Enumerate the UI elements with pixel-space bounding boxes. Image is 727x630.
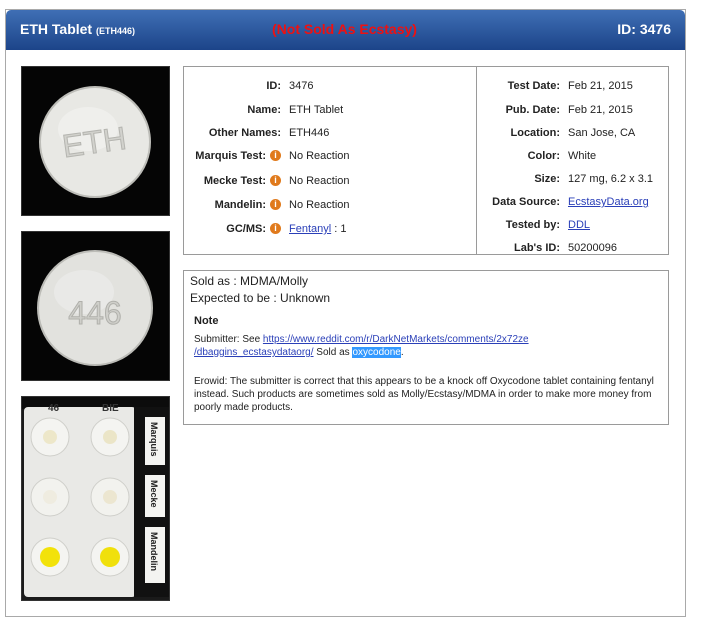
info-value: No Reaction — [289, 199, 350, 211]
info-label: Test Date: — [507, 80, 560, 92]
info-icon[interactable]: i — [270, 175, 281, 186]
info-label: Name: — [247, 104, 281, 116]
submitter-mid: Sold as — [313, 347, 353, 358]
info-value: Feb 21, 2015 — [568, 104, 633, 116]
info-value: ETH Tablet — [289, 104, 344, 116]
imprint-back: 446 — [68, 295, 121, 331]
info-value: San Jose, CA — [568, 127, 636, 139]
info-icon[interactable]: i — [270, 223, 281, 234]
gcms-count: : 1 — [331, 223, 347, 235]
reagent-test-photo[interactable]: 46 BIE Marquis Mecke Mandelin — [21, 396, 170, 601]
info-value: 127 mg, 6.2 x 3.1 — [568, 173, 653, 185]
reagent-label-mecke: Mecke — [149, 480, 159, 508]
info-value: Feb 21, 2015 — [568, 80, 633, 92]
tablet-back-photo[interactable]: 446 — [21, 231, 170, 381]
plate-label-left: 46 — [48, 403, 60, 414]
submitter-note: Submitter: See https://www.reddit.com/r/… — [194, 333, 660, 359]
header-id: ID: 3476 — [617, 21, 671, 37]
reddit-link-line-2: /dbaggins_ecstasydataorg/ — [194, 347, 314, 358]
info-value: No Reaction — [289, 175, 350, 187]
tablet-info-table: ID: 3476 Name: ETH Tablet Other Names: E… — [183, 66, 669, 255]
notes-box: Sold as : MDMA/Molly Expected to be : Un… — [183, 270, 669, 425]
reagent-label-marquis: Marquis — [149, 422, 159, 457]
info-label: Lab's ID: — [513, 242, 560, 254]
submitter-prefix: Submitter: See — [194, 334, 263, 345]
info-label: Other Names: — [208, 127, 281, 139]
tablet-front-image: ETH — [22, 67, 169, 215]
reddit-link-line-1: https://www.reddit.com/r/DarkNetMarkets/… — [262, 334, 529, 345]
sold-as: Sold as : MDMA/Molly — [190, 274, 309, 288]
page-title: ETH Tablet (ETH446) — [20, 21, 135, 37]
plate-label-right: BIE — [102, 403, 119, 414]
submitter-end: . — [400, 347, 404, 358]
tablet-back-image: 446 — [22, 232, 169, 380]
info-label: ID: — [266, 80, 281, 92]
info-label: Marquis Test: — [195, 150, 266, 162]
info-label: Pub. Date: — [505, 104, 560, 116]
info-value: No Reaction — [289, 150, 350, 162]
info-label: Size: — [534, 173, 560, 185]
info-label: Mandelin: — [214, 199, 266, 211]
ecstasydata-link[interactable]: EcstasyData.org — [568, 196, 649, 208]
tablet-code: (ETH446) — [95, 26, 135, 36]
info-label: GC/MS: — [226, 223, 266, 235]
info-label: Data Source: — [492, 196, 560, 208]
erowid-comment: Erowid: The submitter is correct that th… — [194, 376, 654, 413]
info-icon[interactable]: i — [270, 199, 281, 210]
reagent-label-mandelin: Mandelin — [149, 532, 159, 571]
info-icon[interactable]: i — [270, 150, 281, 161]
note-title: Note — [194, 315, 219, 327]
info-label: Tested by: — [505, 219, 560, 231]
reagent-test-image: 46 BIE Marquis Mecke Mandelin — [22, 397, 169, 600]
info-value: 3476 — [289, 80, 314, 92]
expected-to-be: Expected to be : Unknown — [190, 291, 331, 305]
result-header: ETH Tablet (ETH446) (Not Sold As Ecstasy… — [6, 10, 685, 50]
fentanyl-link[interactable]: Fentanyl — [289, 223, 331, 235]
info-value: Fentanyl : 1 — [289, 223, 347, 235]
info-value: DDL — [568, 219, 590, 231]
ddl-link[interactable]: DDL — [568, 219, 590, 231]
not-sold-as-ecstasy-warning: (Not Sold As Ecstasy) — [272, 21, 417, 37]
result-panel: ETH Tablet (ETH446) (Not Sold As Ecstasy… — [5, 9, 686, 617]
tablet-front-photo[interactable]: ETH — [21, 66, 170, 216]
highlighted-oxycodone: oxycodone — [352, 347, 401, 358]
info-label: Location: — [510, 127, 561, 139]
info-label: Mecke Test: — [203, 175, 266, 187]
info-label: Color: — [527, 150, 560, 162]
info-value: ETH446 — [289, 127, 330, 139]
info-value: EcstasyData.org — [568, 196, 649, 208]
info-value: White — [568, 150, 597, 162]
info-value: 50200096 — [568, 242, 617, 254]
tablet-name: ETH Tablet — [20, 21, 93, 37]
